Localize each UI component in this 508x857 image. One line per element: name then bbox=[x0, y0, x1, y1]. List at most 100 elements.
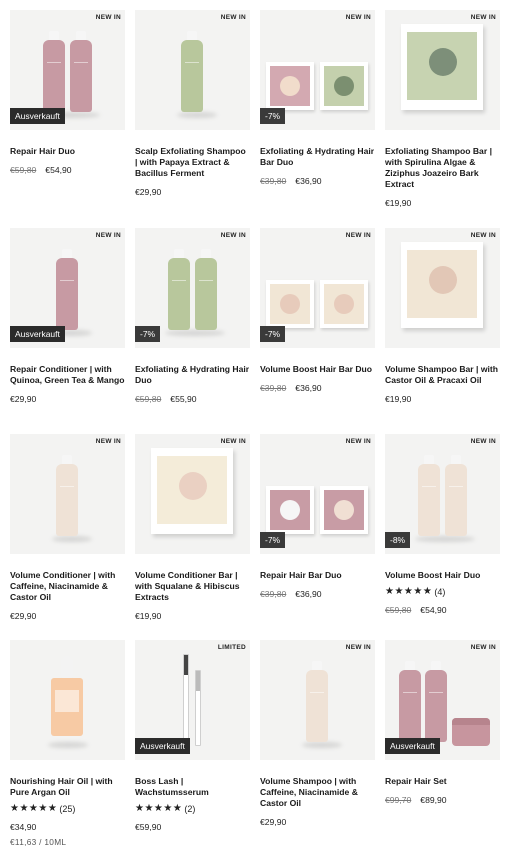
discount-badge: -7% bbox=[260, 107, 286, 124]
price-row: €39,80 €36,90 bbox=[260, 176, 375, 186]
product-name[interactable]: Boss Lash | Wachstumsserum bbox=[135, 776, 250, 798]
price-row: €29,90 bbox=[10, 611, 125, 621]
product-name[interactable]: Volume Conditioner Bar | with Squalane &… bbox=[135, 570, 250, 603]
sold-out-badge: Ausverkauft bbox=[135, 737, 190, 754]
old-price: €39,80 bbox=[260, 383, 287, 393]
price-row: €59,80 €54,90 bbox=[385, 605, 500, 615]
product-image[interactable]: NEW IN bbox=[135, 10, 250, 130]
product-card[interactable]: NEW IN Exfoliating Shampoo Bar | with Spi… bbox=[385, 10, 500, 228]
product-card[interactable]: NEW IN -7% Exfoliating & Hydrating Hair Ba… bbox=[260, 10, 375, 228]
product-image[interactable]: NEW IN bbox=[10, 434, 125, 554]
price-row: €19,90 bbox=[135, 611, 250, 621]
product-card[interactable]: NEW IN Volume Conditioner Bar | with Squa… bbox=[135, 434, 250, 640]
current-price: €54,90 bbox=[420, 605, 447, 615]
product-card[interactable]: NEW IN Volume Shampoo | with Caffeine, Ni… bbox=[260, 640, 375, 856]
product-image[interactable]: NEW IN Ausverkauft bbox=[10, 10, 125, 130]
price-row: €59,80 €54,90 bbox=[10, 165, 125, 175]
product-card[interactable]: LIMITED Ausverkauft Boss Lash | Wachstumss… bbox=[135, 640, 250, 856]
product-card[interactable]: NEW IN Scalp Exfoliating Shampoo | with P… bbox=[135, 10, 250, 228]
current-price: €19,90 bbox=[385, 198, 412, 208]
product-card[interactable]: NEW IN -7% Volume Boost Hair Bar Duo €39,80… bbox=[260, 228, 375, 434]
product-name[interactable]: Volume Shampoo | with Caffeine, Niacinam… bbox=[260, 776, 375, 809]
price-row: €19,90 bbox=[385, 394, 500, 404]
product-card[interactable]: NEW IN -7% Exfoliating & Hydrating Hair Du… bbox=[135, 228, 250, 434]
product-image[interactable]: NEW IN bbox=[385, 10, 500, 130]
product-card[interactable]: NEW IN -7% Repair Hair Bar Duo €39,80 €36,90 bbox=[260, 434, 375, 640]
product-image[interactable] bbox=[10, 640, 125, 760]
product-name[interactable]: Exfoliating & Hydrating Hair Duo bbox=[135, 364, 250, 386]
product-name[interactable]: Volume Shampoo Bar | with Castor Oil & P… bbox=[385, 364, 500, 386]
product-image[interactable]: NEW IN bbox=[385, 228, 500, 348]
product-name[interactable]: Repair Hair Bar Duo bbox=[260, 570, 375, 581]
product-name[interactable]: Nourishing Hair Oil | with Pure Argan Oi… bbox=[10, 776, 125, 798]
price-row: €39,80 €36,90 bbox=[260, 383, 375, 393]
product-name[interactable]: Scalp Exfoliating Shampoo | with Papaya … bbox=[135, 146, 250, 179]
new-in-badge: NEW IN bbox=[220, 438, 246, 445]
product-name[interactable]: Repair Conditioner | with Quinoa, Green … bbox=[10, 364, 125, 386]
product-name[interactable]: Volume Boost Hair Duo bbox=[385, 570, 500, 581]
product-name[interactable]: Repair Hair Set bbox=[385, 776, 500, 787]
discount-badge: -7% bbox=[260, 531, 286, 548]
product-grid: NEW IN Ausverkauft Repair Hair Duo €59,80 €5… bbox=[10, 10, 500, 856]
current-price: €19,90 bbox=[385, 394, 412, 404]
product-card[interactable]: NEW IN Ausverkauft Repair Conditioner | wi… bbox=[10, 228, 125, 434]
new-in-badge: NEW IN bbox=[345, 644, 371, 651]
product-image[interactable]: NEW IN -8% bbox=[385, 434, 500, 554]
new-in-badge: NEW IN bbox=[95, 14, 121, 21]
current-price: €54,90 bbox=[45, 165, 72, 175]
product-image[interactable]: NEW IN bbox=[135, 434, 250, 554]
price-row: €19,90 bbox=[385, 198, 500, 208]
product-name[interactable]: Volume Boost Hair Bar Duo bbox=[260, 364, 375, 375]
product-image[interactable]: NEW IN -7% bbox=[135, 228, 250, 348]
new-in-badge: NEW IN bbox=[220, 14, 246, 21]
old-price: €99,70 bbox=[385, 795, 412, 805]
new-in-badge: NEW IN bbox=[470, 14, 496, 21]
product-card[interactable]: NEW IN Ausverkauft Repair Hair Duo €59,80 €5… bbox=[10, 10, 125, 228]
current-price: €29,90 bbox=[260, 817, 287, 827]
unit-price: €11,63 / 10ML bbox=[10, 837, 67, 847]
star-rating-icon: ★★★★★ bbox=[10, 803, 58, 814]
sold-out-badge: Ausverkauft bbox=[385, 737, 440, 754]
product-name[interactable]: Repair Hair Duo bbox=[10, 146, 125, 157]
current-price: €36,90 bbox=[295, 589, 322, 599]
old-price: €59,80 bbox=[385, 605, 412, 615]
product-card[interactable]: NEW IN Volume Shampoo Bar | with Castor O… bbox=[385, 228, 500, 434]
product-card[interactable]: NEW IN Volume Conditioner | with Caffeine… bbox=[10, 434, 125, 640]
old-price: €39,80 bbox=[260, 176, 287, 186]
new-in-badge: NEW IN bbox=[345, 14, 371, 21]
product-card[interactable]: NEW IN -8% Volume Boost Hair Duo ★★★★★ (4) €5… bbox=[385, 434, 500, 640]
current-price: €59,90 bbox=[135, 822, 162, 832]
product-image[interactable]: NEW IN Ausverkauft bbox=[10, 228, 125, 348]
current-price: €36,90 bbox=[295, 383, 322, 393]
sold-out-badge: Ausverkauft bbox=[10, 107, 65, 124]
product-image[interactable]: NEW IN bbox=[260, 640, 375, 760]
product-image[interactable]: NEW IN Ausverkauft bbox=[385, 640, 500, 760]
discount-badge: -7% bbox=[135, 325, 161, 342]
product-card[interactable]: Nourishing Hair Oil | with Pure Argan Oi… bbox=[10, 640, 125, 856]
star-rating-icon: ★★★★★ bbox=[135, 803, 183, 814]
rating: ★★★★★ (4) bbox=[385, 586, 500, 597]
current-price: €36,90 bbox=[295, 176, 322, 186]
product-name[interactable]: Exfoliating & Hydrating Hair Bar Duo bbox=[260, 146, 375, 168]
product-card[interactable]: NEW IN Ausverkauft Repair Hair Set €99,70 €8… bbox=[385, 640, 500, 856]
product-image[interactable]: NEW IN -7% bbox=[260, 10, 375, 130]
discount-badge: -8% bbox=[385, 531, 411, 548]
product-name[interactable]: Volume Conditioner | with Caffeine, Niac… bbox=[10, 570, 125, 603]
product-image[interactable]: LIMITED Ausverkauft bbox=[135, 640, 250, 760]
old-price: €39,80 bbox=[260, 589, 287, 599]
rating: ★★★★★ (2) bbox=[135, 803, 250, 814]
new-in-badge: NEW IN bbox=[220, 232, 246, 239]
price-row: €59,80 €55,90 bbox=[135, 394, 250, 404]
product-image[interactable]: NEW IN -7% bbox=[260, 434, 375, 554]
discount-badge: -7% bbox=[260, 325, 286, 342]
new-in-badge: NEW IN bbox=[470, 438, 496, 445]
current-price: €29,90 bbox=[135, 187, 162, 197]
price-row: €29,90 bbox=[260, 817, 375, 827]
product-image[interactable]: NEW IN -7% bbox=[260, 228, 375, 348]
sold-out-badge: Ausverkauft bbox=[10, 325, 65, 342]
rating-count: (25) bbox=[59, 803, 76, 814]
product-name[interactable]: Exfoliating Shampoo Bar | with Spirulina… bbox=[385, 146, 500, 190]
new-in-badge: LIMITED bbox=[217, 644, 246, 651]
old-price: €59,80 bbox=[135, 394, 162, 404]
current-price: €55,90 bbox=[170, 394, 197, 404]
